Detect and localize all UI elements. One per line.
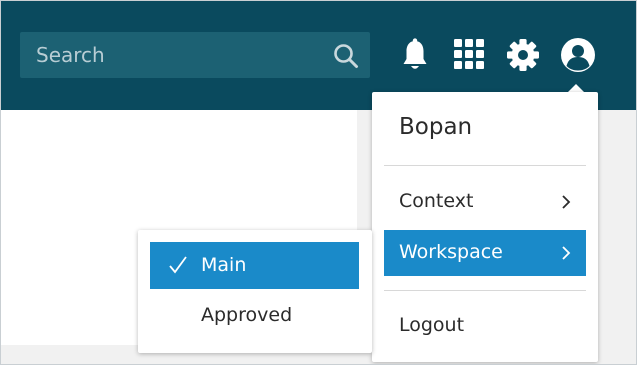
menu-item-label: Context	[399, 190, 474, 212]
chevron-right-icon	[561, 194, 571, 214]
menu-divider	[384, 165, 586, 166]
search-box[interactable]	[20, 32, 370, 78]
user-dropdown-menu: Bopan Context Workspace Logout	[372, 92, 598, 362]
search-input[interactable]	[36, 32, 326, 78]
menu-username: Bopan	[399, 114, 473, 140]
workspace-submenu: Main Approved	[138, 230, 372, 353]
workspace-option-main[interactable]: Main	[150, 242, 359, 289]
gear-icon[interactable]	[506, 38, 540, 76]
menu-divider	[384, 290, 586, 291]
chevron-right-icon	[561, 245, 571, 265]
menu-item-label: Workspace	[399, 241, 503, 263]
menu-item-logout[interactable]: Logout	[384, 303, 586, 349]
user-avatar-icon[interactable]	[560, 37, 596, 77]
workspace-option-approved[interactable]: Approved	[150, 292, 359, 339]
menu-item-context[interactable]: Context	[384, 179, 586, 225]
menu-item-workspace[interactable]: Workspace	[384, 230, 586, 276]
bell-icon[interactable]	[401, 38, 429, 76]
menu-item-label: Logout	[399, 314, 465, 336]
workspace-option-label: Main	[201, 254, 247, 276]
checkmark-icon	[168, 255, 188, 279]
app-frame: Bopan Context Workspace Logout Main	[0, 0, 637, 365]
workspace-option-label: Approved	[201, 304, 293, 326]
search-icon[interactable]	[333, 43, 359, 73]
apps-grid-icon[interactable]	[453, 38, 485, 74]
